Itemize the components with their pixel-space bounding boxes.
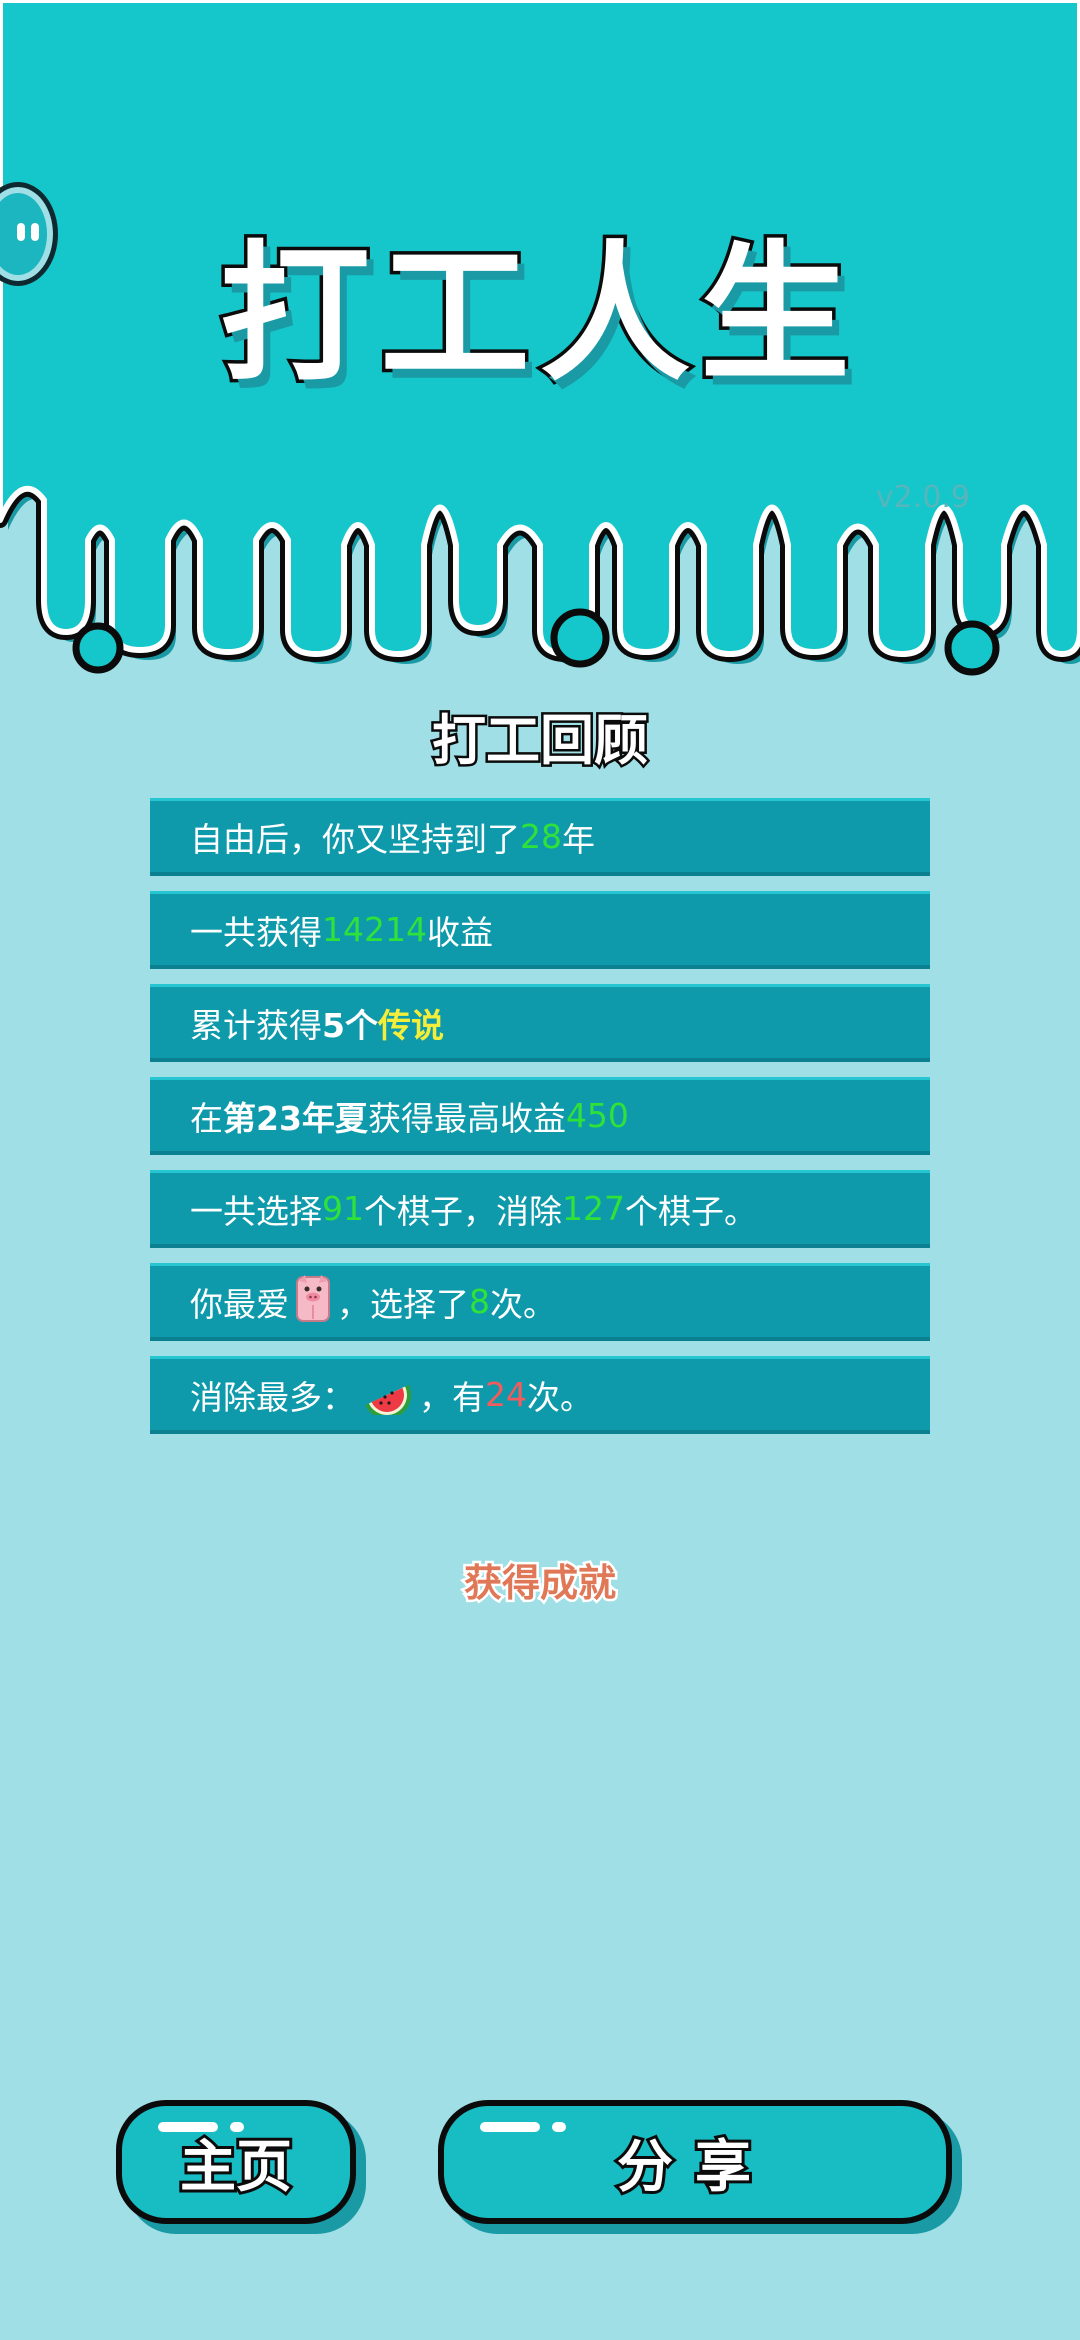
review-row-most-cleared: 消除最多： ，有 24 次。	[150, 1356, 930, 1434]
review-title: 打工回顾	[430, 707, 651, 775]
review-row-years: 自由后，你又坚持到了 28 年	[150, 798, 930, 876]
row-text: 收益	[426, 912, 493, 952]
pig-icon	[293, 1273, 333, 1331]
share-button-label: 分享	[614, 2132, 773, 2203]
legend-label: 传说	[377, 1005, 444, 1045]
row-text: 在	[190, 1098, 223, 1138]
review-row-favorite: 你最爱 ，选择了 8 次。	[150, 1263, 930, 1341]
row-text: 一共获得	[190, 912, 322, 952]
most-cleared-count: 24	[485, 1375, 527, 1414]
review-row-pieces: 一共选择 91 个棋子，消除 127 个棋子。	[150, 1170, 930, 1248]
header-banner: 打工人生 v2.0.9	[0, 0, 1080, 700]
best-income-value: 450	[565, 1096, 629, 1135]
row-text: 你最爱	[190, 1284, 289, 1324]
best-season: 第23年夏	[223, 1098, 368, 1138]
years-value: 28	[520, 817, 562, 856]
row-text: 累计获得	[190, 1005, 322, 1045]
review-row-legend: 累计获得 5个 传说	[150, 984, 930, 1062]
row-text: ，选择了	[337, 1284, 469, 1324]
row-text: 次。	[490, 1284, 556, 1324]
row-text: 自由后，你又坚持到了	[190, 819, 520, 859]
app-title: 打工人生	[216, 227, 860, 404]
row-text: 一共选择	[190, 1191, 322, 1231]
row-text: 次。	[527, 1377, 593, 1417]
row-text: 年	[562, 819, 595, 859]
assistant-eye-icon	[17, 223, 25, 241]
cleared-count: 127	[562, 1189, 625, 1228]
row-text: 个棋子。	[625, 1191, 757, 1231]
share-button[interactable]: 分享	[438, 2100, 952, 2224]
legend-count: 5个	[322, 1005, 378, 1045]
review-list: 自由后，你又坚持到了 28 年 一共获得 14214 收益 累计获得 5个 传说…	[150, 798, 930, 1449]
row-text: 获得最高收益	[367, 1098, 566, 1138]
version-label: v2.0.9	[875, 480, 970, 515]
income-value: 14214	[322, 910, 427, 949]
row-text: 消除最多：	[190, 1377, 355, 1417]
review-row-income: 一共获得 14214 收益	[150, 891, 930, 969]
row-text: ，有	[419, 1377, 485, 1417]
assistant-eye-icon	[31, 223, 39, 241]
selected-count: 91	[322, 1189, 364, 1228]
review-row-best: 在 第23年夏 获得最高收益 450	[150, 1077, 930, 1155]
row-text: 个棋子，消除	[364, 1191, 562, 1231]
home-button[interactable]: 主页	[116, 2100, 356, 2224]
favorite-count: 8	[469, 1282, 490, 1321]
achievement-link[interactable]: 获得成就	[0, 1552, 1080, 1608]
watermelon-icon	[359, 1367, 415, 1423]
home-button-label: 主页	[177, 2132, 295, 2203]
